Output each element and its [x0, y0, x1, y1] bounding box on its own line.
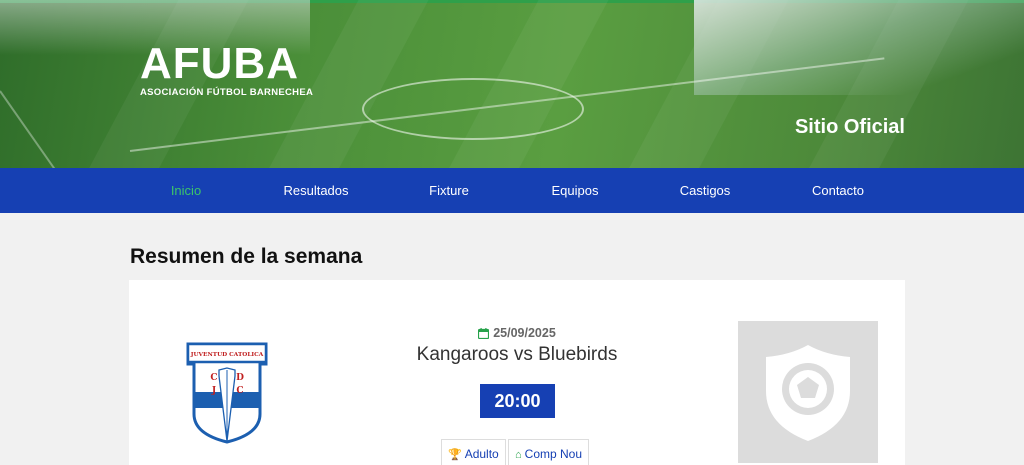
nav-item-contacto[interactable]: Contacto	[812, 168, 864, 213]
nav-item-inicio[interactable]: Inicio	[171, 168, 201, 213]
home-icon: ⌂	[515, 449, 522, 461]
site-tagline: Sitio Oficial	[794, 116, 905, 138]
crest-banner-text: JUVENTUD CATOLICA	[190, 352, 264, 358]
match-date-text: 25/09/2025	[493, 326, 556, 340]
crest-letter: C	[236, 386, 243, 396]
site-logo[interactable]: AFUBA	[140, 40, 299, 88]
nav-item-castigos[interactable]: Castigos	[680, 168, 731, 213]
site-logo-subtitle: ASOCIACIÓN FÚTBOL BARNECHEA	[140, 87, 314, 98]
category-label: Adulto	[464, 447, 499, 461]
home-team-crest[interactable]: JUVENTUD CATOLICA C D J C	[186, 342, 268, 444]
nav-item-resultados[interactable]: Resultados	[283, 168, 348, 213]
match-card: JUVENTUD CATOLICA C D J C 25/09/2025 Kan…	[129, 280, 905, 465]
venue-tag[interactable]: ⌂ Comp Nou	[508, 439, 590, 465]
away-team-crest[interactable]	[738, 321, 878, 463]
hero-banner: AFUBA ASOCIACIÓN FÚTBOL BARNECHEA Sitio …	[0, 0, 1024, 168]
match-time: 20:00	[480, 384, 555, 418]
crest-letter: C	[210, 373, 217, 383]
match-date: 25/09/2025	[419, 326, 615, 342]
venue-label: Comp Nou	[524, 447, 583, 461]
pitch-line	[0, 90, 70, 168]
nav-item-equipos[interactable]: Equipos	[552, 168, 599, 213]
crest-letter: D	[236, 373, 244, 383]
main-nav: Inicio Resultados Fixture Equipos Castig…	[0, 168, 1024, 213]
shield-icon: JUVENTUD CATOLICA C D J C	[186, 342, 268, 444]
nav-item-fixture[interactable]: Fixture	[429, 168, 469, 213]
stadium-stands	[694, 0, 1024, 95]
category-tag[interactable]: 🏆 Adulto	[441, 439, 506, 465]
calendar-icon	[478, 328, 490, 342]
placeholder-shield-icon	[766, 345, 850, 441]
match-title[interactable]: Kangaroos vs Bluebirds	[369, 344, 665, 366]
crest-letter: J	[211, 386, 216, 396]
trophy-icon: 🏆	[448, 449, 462, 461]
section-title: Resumen de la semana	[130, 245, 363, 268]
